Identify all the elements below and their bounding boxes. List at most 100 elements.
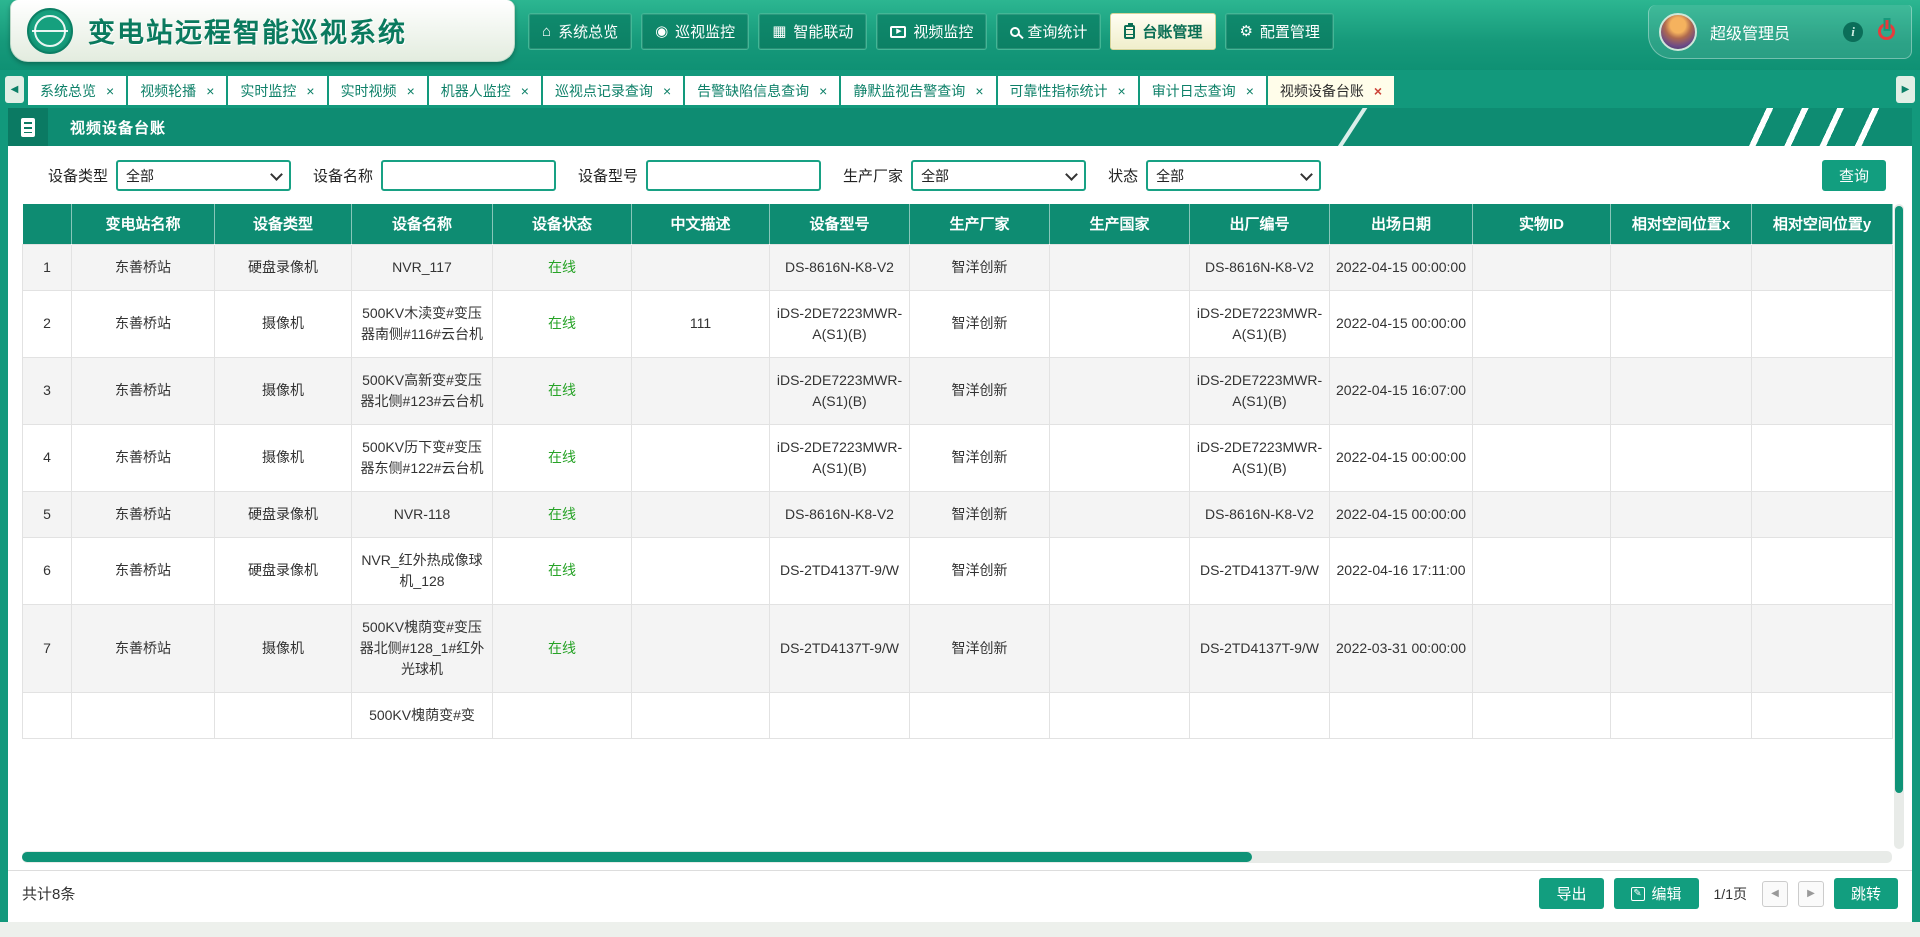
close-icon[interactable]	[1246, 84, 1254, 98]
table-zone: 变电站名称设备类型设备名称设备状态中文描述设备型号生产厂家生产国家出厂编号出场日…	[22, 204, 1898, 863]
cell: 硬盘录像机	[215, 491, 352, 537]
close-icon[interactable]	[206, 84, 214, 98]
nav-button-ledger[interactable]: 台账管理	[1110, 13, 1216, 50]
horizontal-scrollbar-thumb[interactable]	[22, 852, 1252, 862]
device-name-input[interactable]	[381, 160, 556, 191]
tab-item[interactable]: 审计日志查询	[1140, 76, 1266, 105]
cell	[1611, 604, 1752, 692]
cell: 500KV木渎变#变压器南侧#116#云台机	[352, 290, 493, 357]
tab-scroll-left-icon[interactable]	[5, 76, 24, 103]
manufacturer-select[interactable]: 全部	[911, 160, 1086, 191]
close-icon[interactable]	[663, 84, 671, 98]
cell	[1752, 244, 1893, 290]
cell: 在线	[493, 491, 632, 537]
close-icon[interactable]	[306, 84, 314, 98]
info-icon[interactable]	[1843, 22, 1863, 42]
tab-label: 巡视点记录查询	[555, 81, 653, 101]
column-header: 变电站名称	[72, 204, 215, 244]
query-button[interactable]: 查询	[1822, 160, 1886, 191]
cell	[1050, 604, 1190, 692]
nav-button-video[interactable]: ▶视频监控	[876, 13, 987, 50]
cell: 500KV高新变#变压器北侧#123#云台机	[352, 357, 493, 424]
avatar[interactable]	[1659, 13, 1697, 51]
edit-button[interactable]: 编辑	[1614, 878, 1699, 909]
next-page-button[interactable]	[1798, 881, 1824, 907]
column-header: 出厂编号	[1190, 204, 1330, 244]
tab-item[interactable]: 机器人监控	[429, 76, 541, 105]
status-select[interactable]: 全部	[1146, 160, 1321, 191]
tab-label: 视频轮播	[140, 81, 196, 101]
right-edge-strip	[1912, 108, 1920, 922]
close-icon[interactable]	[819, 84, 827, 98]
tab-item[interactable]: 实时视频	[329, 76, 427, 105]
cell: iDS-2DE7223MWR-A(S1)(B)	[1190, 290, 1330, 357]
export-button[interactable]: 导出	[1539, 878, 1603, 909]
nav-button-home[interactable]: ⌂系统总览	[528, 13, 632, 50]
nav-button-search[interactable]: 查询统计	[996, 13, 1101, 50]
user-name: 超级管理员	[1710, 20, 1790, 44]
cell: 硬盘录像机	[215, 244, 352, 290]
power-logout-icon[interactable]	[1878, 23, 1895, 40]
close-icon[interactable]	[407, 84, 415, 98]
vertical-scrollbar[interactable]	[1894, 204, 1904, 849]
tab-item[interactable]: 可靠性指标统计	[998, 76, 1138, 105]
page-title: 视频设备台账	[70, 117, 166, 138]
page-info: 1/1页	[1714, 884, 1747, 904]
cell: 500KV历下变#变压器东侧#122#云台机	[352, 424, 493, 491]
tab-scroll-right-icon[interactable]	[1896, 76, 1915, 103]
close-icon[interactable]	[975, 84, 983, 98]
cell: 东善桥站	[72, 424, 215, 491]
cell: 智洋创新	[910, 424, 1050, 491]
nav-button-eye[interactable]: ◉巡视监控	[641, 13, 749, 50]
tab-item[interactable]: 告警缺陷信息查询	[685, 76, 839, 105]
prev-page-button[interactable]	[1762, 881, 1788, 907]
nav-button-link[interactable]: ▦智能联动	[758, 13, 867, 50]
logo-panel: 变电站远程智能巡视系统	[10, 0, 515, 62]
cell: DS-8616N-K8-V2	[770, 244, 910, 290]
close-icon[interactable]	[1118, 84, 1126, 98]
tab-label: 实时监控	[240, 81, 296, 101]
cell	[632, 244, 770, 290]
cell: 智洋创新	[910, 290, 1050, 357]
search-icon	[1010, 27, 1020, 37]
close-icon[interactable]	[521, 84, 529, 98]
close-icon[interactable]	[1374, 84, 1382, 98]
cell	[1752, 290, 1893, 357]
cell: 在线	[493, 357, 632, 424]
horizontal-scrollbar[interactable]	[22, 851, 1892, 863]
jump-button[interactable]: 跳转	[1834, 878, 1898, 909]
close-icon[interactable]	[106, 84, 114, 98]
row-index: 4	[23, 424, 72, 491]
manufacturer-select-wrap: 全部	[911, 160, 1086, 191]
column-header: 设备类型	[215, 204, 352, 244]
cell	[1473, 491, 1611, 537]
tab-item[interactable]: 视频设备台账	[1268, 76, 1394, 105]
document-icon	[21, 118, 35, 137]
tab-item[interactable]: 巡视点记录查询	[543, 76, 683, 105]
row-index: 3	[23, 357, 72, 424]
device-type-label: 设备类型	[48, 165, 108, 186]
device-type-select[interactable]: 全部	[116, 160, 291, 191]
cell: 2022-03-31 00:00:00	[1330, 604, 1473, 692]
cell: 摄像机	[215, 357, 352, 424]
cell	[1611, 357, 1752, 424]
row-index	[23, 692, 72, 738]
tab-item[interactable]: 视频轮播	[128, 76, 226, 105]
nav-button-gear[interactable]: ⚙配置管理	[1225, 13, 1333, 50]
tab-item[interactable]: 实时监控	[228, 76, 326, 105]
cell: DS-8616N-K8-V2	[1190, 491, 1330, 537]
table-body: 1东善桥站硬盘录像机NVR_117在线DS-8616N-K8-V2智洋创新DS-…	[23, 244, 1893, 738]
cell	[910, 692, 1050, 738]
cell: 东善桥站	[72, 604, 215, 692]
title-bar-slash-decoration	[1336, 108, 1368, 146]
tab-item[interactable]: 系统总览	[28, 76, 126, 105]
column-header: 生产国家	[1050, 204, 1190, 244]
column-header: 设备名称	[352, 204, 493, 244]
vertical-scrollbar-thumb[interactable]	[1895, 206, 1903, 793]
tab-item[interactable]: 静默监视告警查询	[841, 76, 995, 105]
cell	[1752, 537, 1893, 604]
cell	[1473, 604, 1611, 692]
cell	[1473, 290, 1611, 357]
device-model-input[interactable]	[646, 160, 821, 191]
cell	[1050, 692, 1190, 738]
